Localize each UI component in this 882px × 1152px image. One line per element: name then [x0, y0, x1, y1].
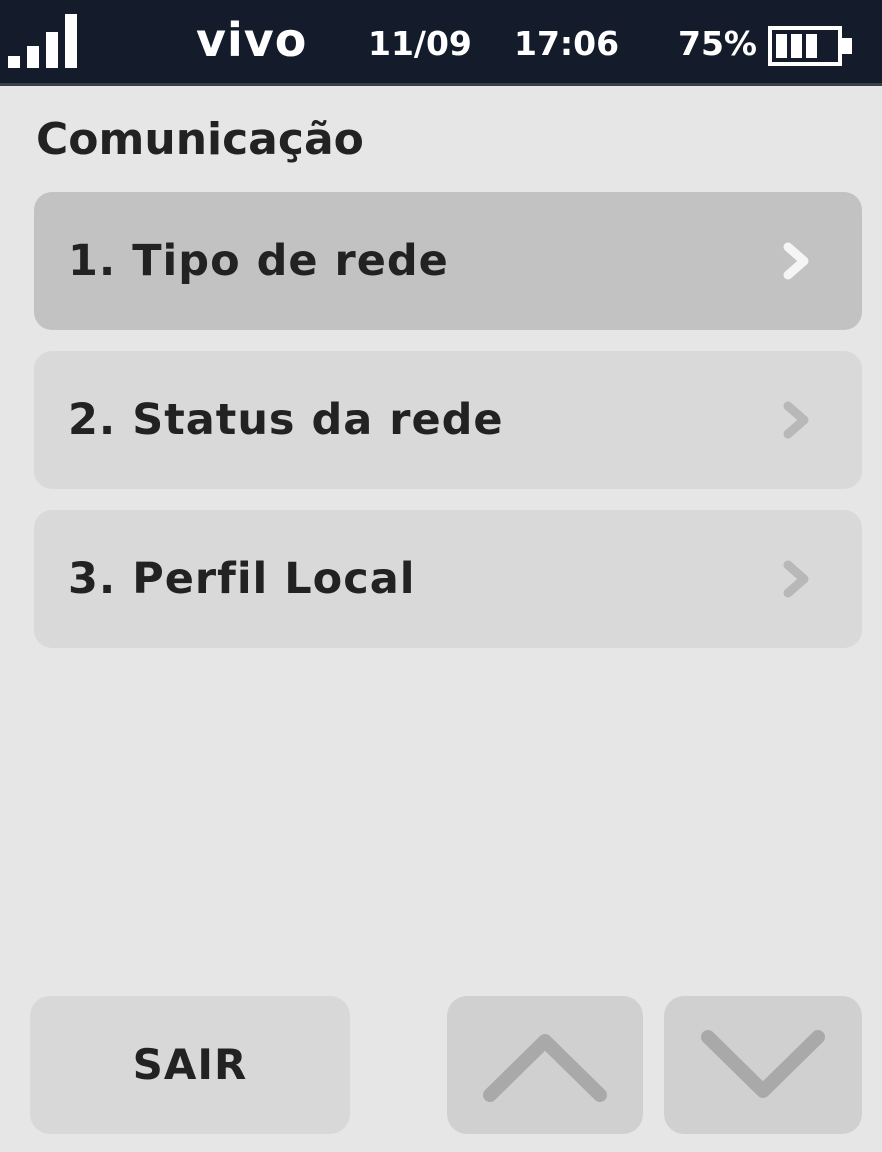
battery-percent: 75%	[678, 24, 757, 63]
menu-item-network-status[interactable]: 2. Status da rede	[34, 351, 862, 489]
carrier-name: vivo	[196, 13, 308, 67]
signal-bars-icon	[8, 14, 78, 68]
battery-cell	[806, 34, 817, 58]
status-date: 11/09	[368, 24, 472, 63]
battery-cell	[791, 34, 802, 58]
chevron-right-icon	[783, 401, 809, 439]
scroll-down-button[interactable]	[664, 996, 862, 1134]
arrow-down-icon	[701, 1030, 825, 1098]
page-title: Comunicação	[36, 114, 364, 165]
status-time: 17:06	[514, 24, 620, 63]
exit-button-label: SAIR	[132, 1040, 248, 1089]
arrow-up-icon	[483, 1034, 607, 1102]
menu-item-local-profile[interactable]: 3. Perfil Local	[34, 510, 862, 648]
battery-cell	[776, 34, 787, 58]
scroll-up-button[interactable]	[447, 996, 643, 1134]
status-bar: vivo 11/09 17:06 75%	[0, 0, 882, 86]
menu-item-label: 2. Status da rede	[68, 395, 504, 445]
menu-item-label: 1. Tipo de rede	[68, 236, 449, 286]
menu-item-label: 3. Perfil Local	[68, 554, 416, 604]
battery-icon	[768, 26, 852, 66]
chevron-right-icon	[783, 242, 809, 280]
menu-item-network-type[interactable]: 1. Tipo de rede	[34, 192, 862, 330]
chevron-right-icon	[783, 560, 809, 598]
exit-button[interactable]: SAIR	[30, 996, 350, 1134]
